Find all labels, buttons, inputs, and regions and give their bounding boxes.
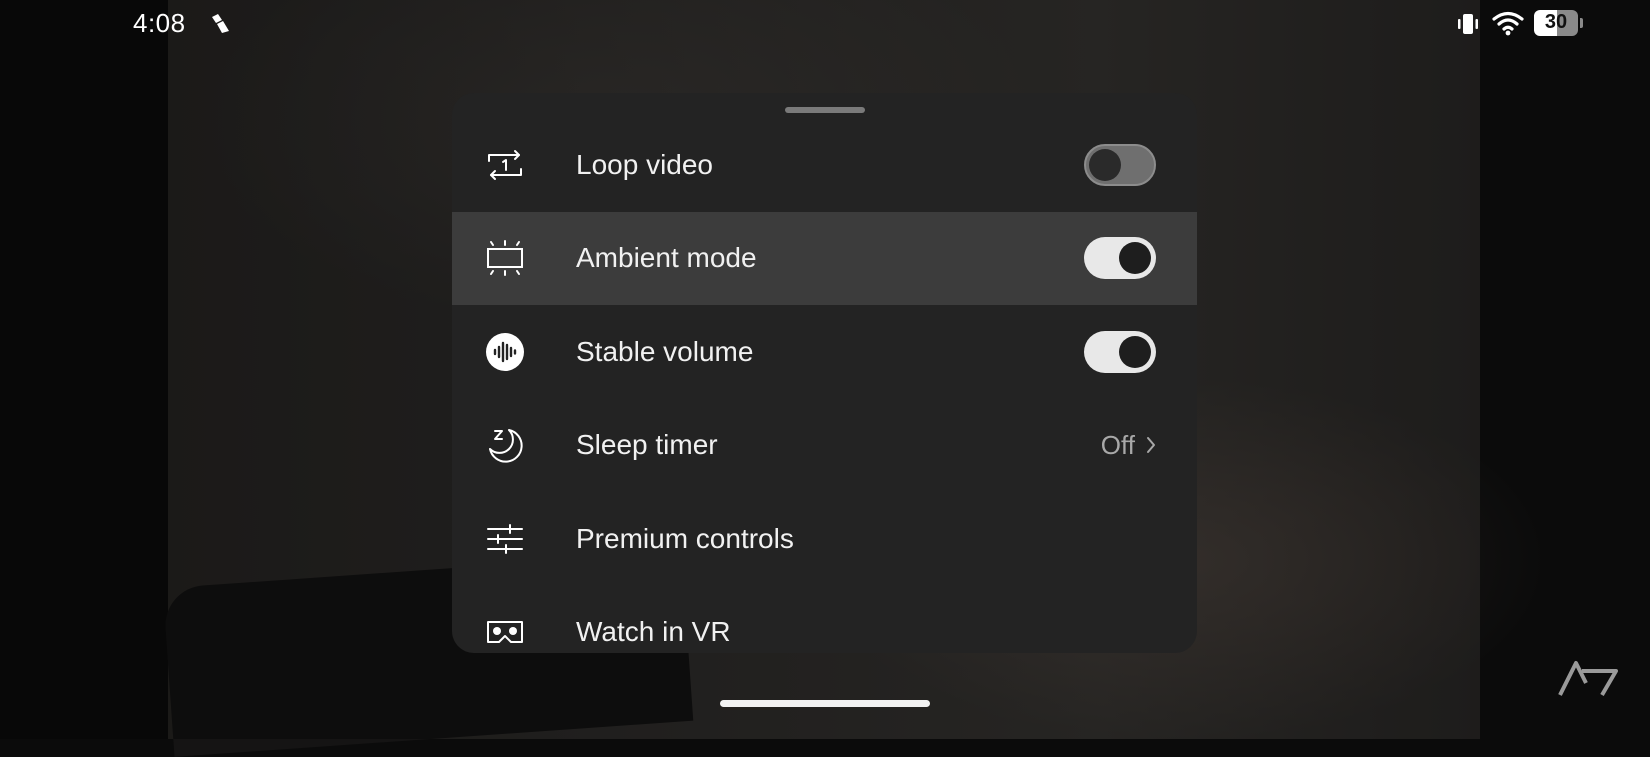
battery-icon: 30 [1534, 10, 1583, 36]
watermark-logo-icon [1556, 657, 1620, 704]
sleep-timer-label: Sleep timer [576, 429, 718, 461]
ambient-mode-toggle[interactable] [1084, 237, 1156, 280]
watch-in-vr-label: Watch in VR [576, 616, 731, 648]
home-indicator[interactable] [720, 700, 930, 707]
loop-video-label: Loop video [576, 148, 714, 180]
ambient-mode-label: Ambient mode [576, 242, 757, 274]
menu-item-watch-in-vr[interactable]: Watch in VR [452, 586, 1197, 654]
status-time: 4:08 [133, 8, 186, 38]
wifi-icon [1492, 10, 1524, 41]
settings-sheet: Loop video Ambient mode Stable volume Sl… [452, 93, 1197, 653]
vr-headset-icon [485, 612, 525, 652]
vibrate-icon [1456, 11, 1480, 42]
menu-item-loop-video[interactable]: Loop video [452, 118, 1197, 212]
menu-item-stable-volume[interactable]: Stable volume [452, 305, 1197, 399]
chevron-right-icon [1145, 435, 1157, 460]
stable-volume-icon [485, 332, 525, 372]
menu-item-sleep-timer[interactable]: Sleep timer Off [452, 399, 1197, 493]
settings-menu: Loop video Ambient mode Stable volume Sl… [452, 118, 1197, 653]
drag-handle[interactable] [785, 107, 865, 113]
loop-video-toggle[interactable] [1084, 143, 1156, 186]
premium-controls-label: Premium controls [576, 522, 794, 554]
sleep-timer-value: Off [1100, 429, 1135, 460]
stable-volume-toggle[interactable] [1084, 330, 1156, 373]
ambient-screen-icon [485, 238, 525, 278]
battery-level: 30 [1544, 11, 1568, 33]
sliders-icon [485, 519, 525, 559]
status-bar: 4:08 30 [0, 0, 1650, 48]
loop-one-icon [485, 145, 525, 185]
sleep-moon-icon [485, 425, 525, 465]
menu-item-ambient-mode[interactable]: Ambient mode [452, 211, 1197, 305]
menu-item-premium-controls[interactable]: Premium controls [452, 492, 1197, 586]
stable-volume-label: Stable volume [576, 335, 754, 367]
app-notification-icon [209, 11, 233, 40]
